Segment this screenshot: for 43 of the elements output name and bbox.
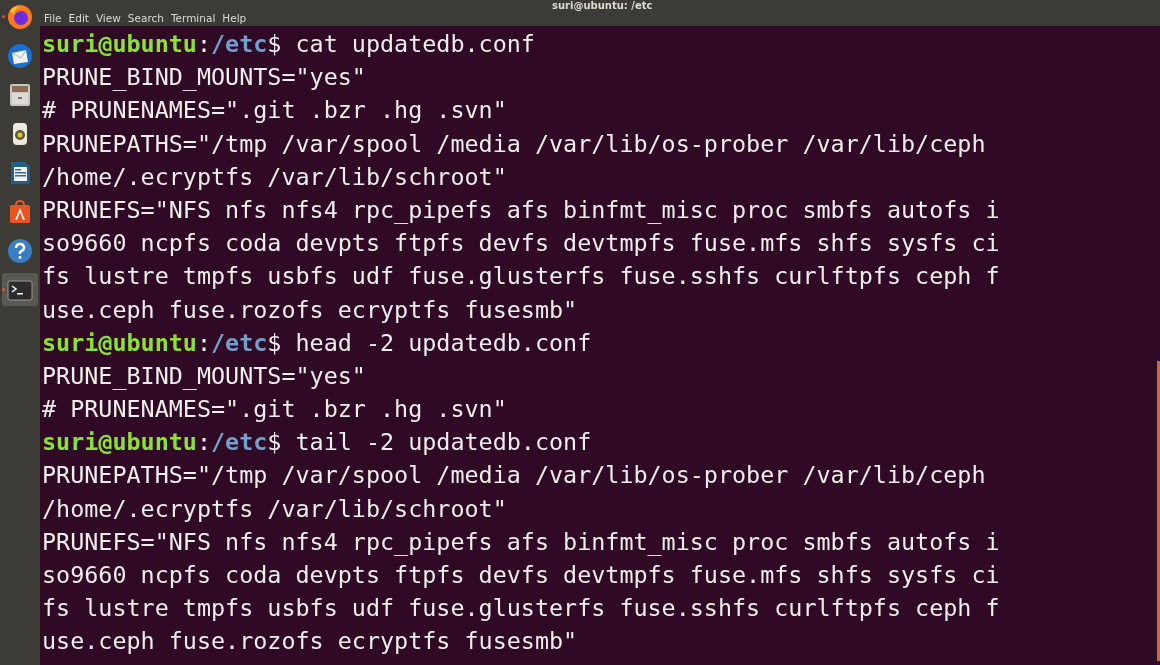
menu-item[interactable]: Terminal bbox=[170, 12, 216, 24]
output-line: use.ceph fuse.rozofs ecryptfs fusesmb" bbox=[42, 294, 579, 326]
menu-item[interactable]: View bbox=[95, 12, 121, 24]
prompt-path: /etc bbox=[211, 428, 268, 457]
output-line: /home/.ecryptfs /var/lib/schroot" bbox=[42, 493, 508, 525]
prompt-symbol: $ bbox=[267, 30, 282, 58]
prompt-user: suri@ubuntu bbox=[42, 30, 197, 58]
output-line: # PRUNENAMES=".git .bzr .hg .svn" bbox=[42, 394, 508, 426]
output-line: PRUNEPATHS="/tmp /var/spool /media /var/lib/os-prober /var/lib/ceph bbox=[42, 460, 987, 492]
output-line: PRUNE_BIND_MOUNTS="yes" bbox=[42, 360, 367, 392]
output-line: PRUNE_BIND_MOUNTS="yes" bbox=[42, 62, 367, 94]
menu-item[interactable]: File bbox=[44, 12, 62, 24]
prompt-separator: : bbox=[196, 428, 211, 457]
prompt-user: suri@ubuntu bbox=[42, 428, 197, 457]
output-line: fs lustre tmpfs usbfs udf fuse.glusterfs fuse.sshfs curlftpfs ceph f bbox=[42, 261, 1001, 293]
menu-item[interactable]: Edit bbox=[68, 12, 89, 24]
output-line: PRUNEFS="NFS nfs nfs4 rpc_pipefs afs binfmt_misc proc smbfs autofs i bbox=[42, 194, 1001, 226]
prompt-separator: : bbox=[196, 328, 211, 357]
command-text: head -2 updatedb.conf bbox=[295, 328, 592, 357]
output-line: /home/.ecryptfs /var/lib/schroot" bbox=[42, 161, 508, 193]
browser-icon bbox=[6, 2, 34, 31]
prompt-symbol: $ bbox=[267, 428, 282, 457]
menu-item[interactable]: Search bbox=[127, 12, 164, 24]
output-line: so9660 ncpfs coda devpts ftpfs devfs devtmpfs fuse.mfs shfs sysfs ci bbox=[42, 228, 1001, 260]
output-line: fs lustre tmpfs usbfs udf fuse.glusterfs fuse.sshfs curlftpfs ceph f bbox=[42, 593, 1001, 625]
prompt-path: /etc bbox=[211, 328, 268, 357]
output-line: # PRUNENAMES=".git .bzr .hg .svn" bbox=[42, 95, 508, 127]
window-title: suri@ubuntu: /etc bbox=[552, 0, 653, 12]
command-text: cat updatedb.conf bbox=[295, 30, 535, 58]
output-line: PRUNEPATHS="/tmp /var/spool /media /var/lib/os-prober /var/lib/ceph bbox=[42, 128, 987, 160]
menu-item[interactable]: Help bbox=[222, 12, 247, 24]
output-line: so9660 ncpfs coda devpts ftpfs devfs devtmpfs fuse.mfs shfs sysfs ci bbox=[42, 560, 1001, 591]
prompt-user: suri@ubuntu bbox=[42, 328, 197, 357]
prompt-path: /etc bbox=[211, 30, 268, 58]
output-line: PRUNEFS="NFS nfs nfs4 rpc_pipefs afs binfmt_misc proc smbfs autofs i bbox=[42, 526, 1001, 558]
mail-icon bbox=[6, 41, 34, 70]
output-line: use.ceph fuse.rozofs ecryptfs fusesmb" bbox=[42, 626, 579, 658]
prompt-symbol: $ bbox=[267, 328, 282, 357]
scrollbar[interactable] bbox=[1157, 361, 1160, 661]
prompt-separator: : bbox=[196, 30, 211, 58]
dock-item[interactable] bbox=[2, 273, 38, 306]
help-icon bbox=[6, 236, 34, 265]
command-text: tail -2 updatedb.conf bbox=[295, 428, 592, 457]
